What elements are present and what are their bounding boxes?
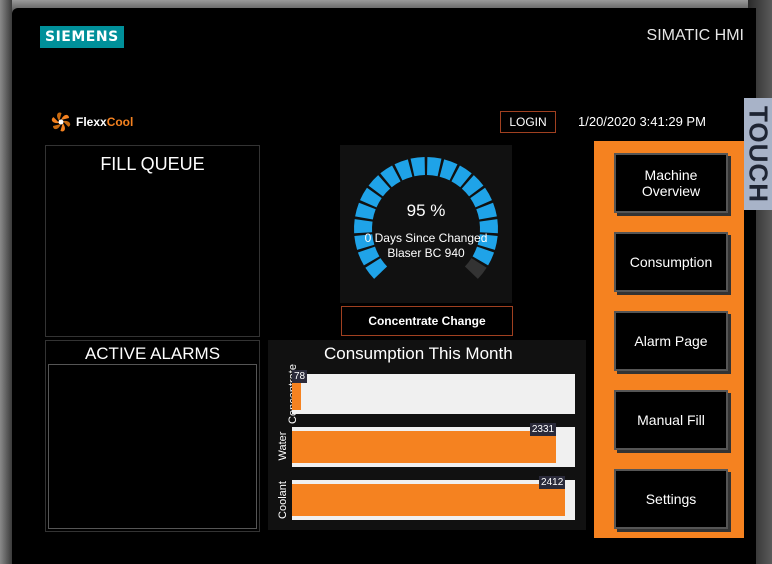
logo-cool: Cool [106,115,134,129]
bar-track-coolant: 2412 [292,476,575,520]
active-alarms-panel: ACTIVE ALARMS [45,340,260,532]
touch-label: TOUCH [744,106,772,203]
touch-label-tab: TOUCH [744,98,772,210]
gauge-days-since-changed: 0 Days Since Changed [364,231,488,245]
concentrate-gauge-panel: 95 % 0 Days Since Changed Blaser BC 940 [340,145,512,303]
gauge-segment [427,157,442,177]
simatic-hmi-label: SIMATIC HMI [646,27,744,44]
consumption-title: Consumption This Month [324,344,513,363]
logo-flexx: Flexx [76,115,107,129]
bar-value-coolant: 2412 [539,476,566,489]
bar-value-water: 2331 [529,423,557,436]
flexxcool-pinwheel-icon [51,112,71,132]
gauge-product-name: Blaser BC 940 [387,246,465,260]
fill-queue-title: FILL QUEUE [100,154,205,174]
datetime-display: 1/20/2020 3:41:29 PM [578,114,706,129]
concentrate-change-button[interactable]: Concentrate Change [341,306,513,336]
flexxcool-wordmark: FlexxCool [76,115,133,129]
bar-track-concentrate: 78 [292,370,575,414]
consumption-button[interactable]: Consumption [614,232,728,292]
active-alarms-title: ACTIVE ALARMS [84,344,221,363]
login-button[interactable]: LOGIN [500,111,556,133]
manual-fill-button[interactable]: Manual Fill [614,390,728,450]
nav-column: Machine Overview Consumption Alarm Page M… [594,141,744,538]
settings-button[interactable]: Settings [614,469,728,529]
bar-track-water: 2331 [292,423,575,467]
bar-fill-water [292,431,556,463]
siemens-logo: SIEMENS [40,26,124,48]
gauge-percent: 95 % [406,201,446,220]
fill-queue-panel: FILL QUEUE [45,145,260,337]
alarm-page-button[interactable]: Alarm Page [614,311,728,371]
bar-label-coolant: Coolant [277,481,289,519]
device-bezel-left [0,0,12,564]
bar-fill-coolant [292,484,566,516]
flexxcool-logo: FlexxCool [50,111,133,133]
concentrate-gauge [354,157,498,279]
machine-overview-button[interactable]: Machine Overview [614,153,728,213]
gauge-segment [410,157,425,177]
bar-label-water: Water [277,431,289,461]
alarm-list[interactable] [48,364,257,529]
bar-value-concentrate: 78 [292,370,308,383]
